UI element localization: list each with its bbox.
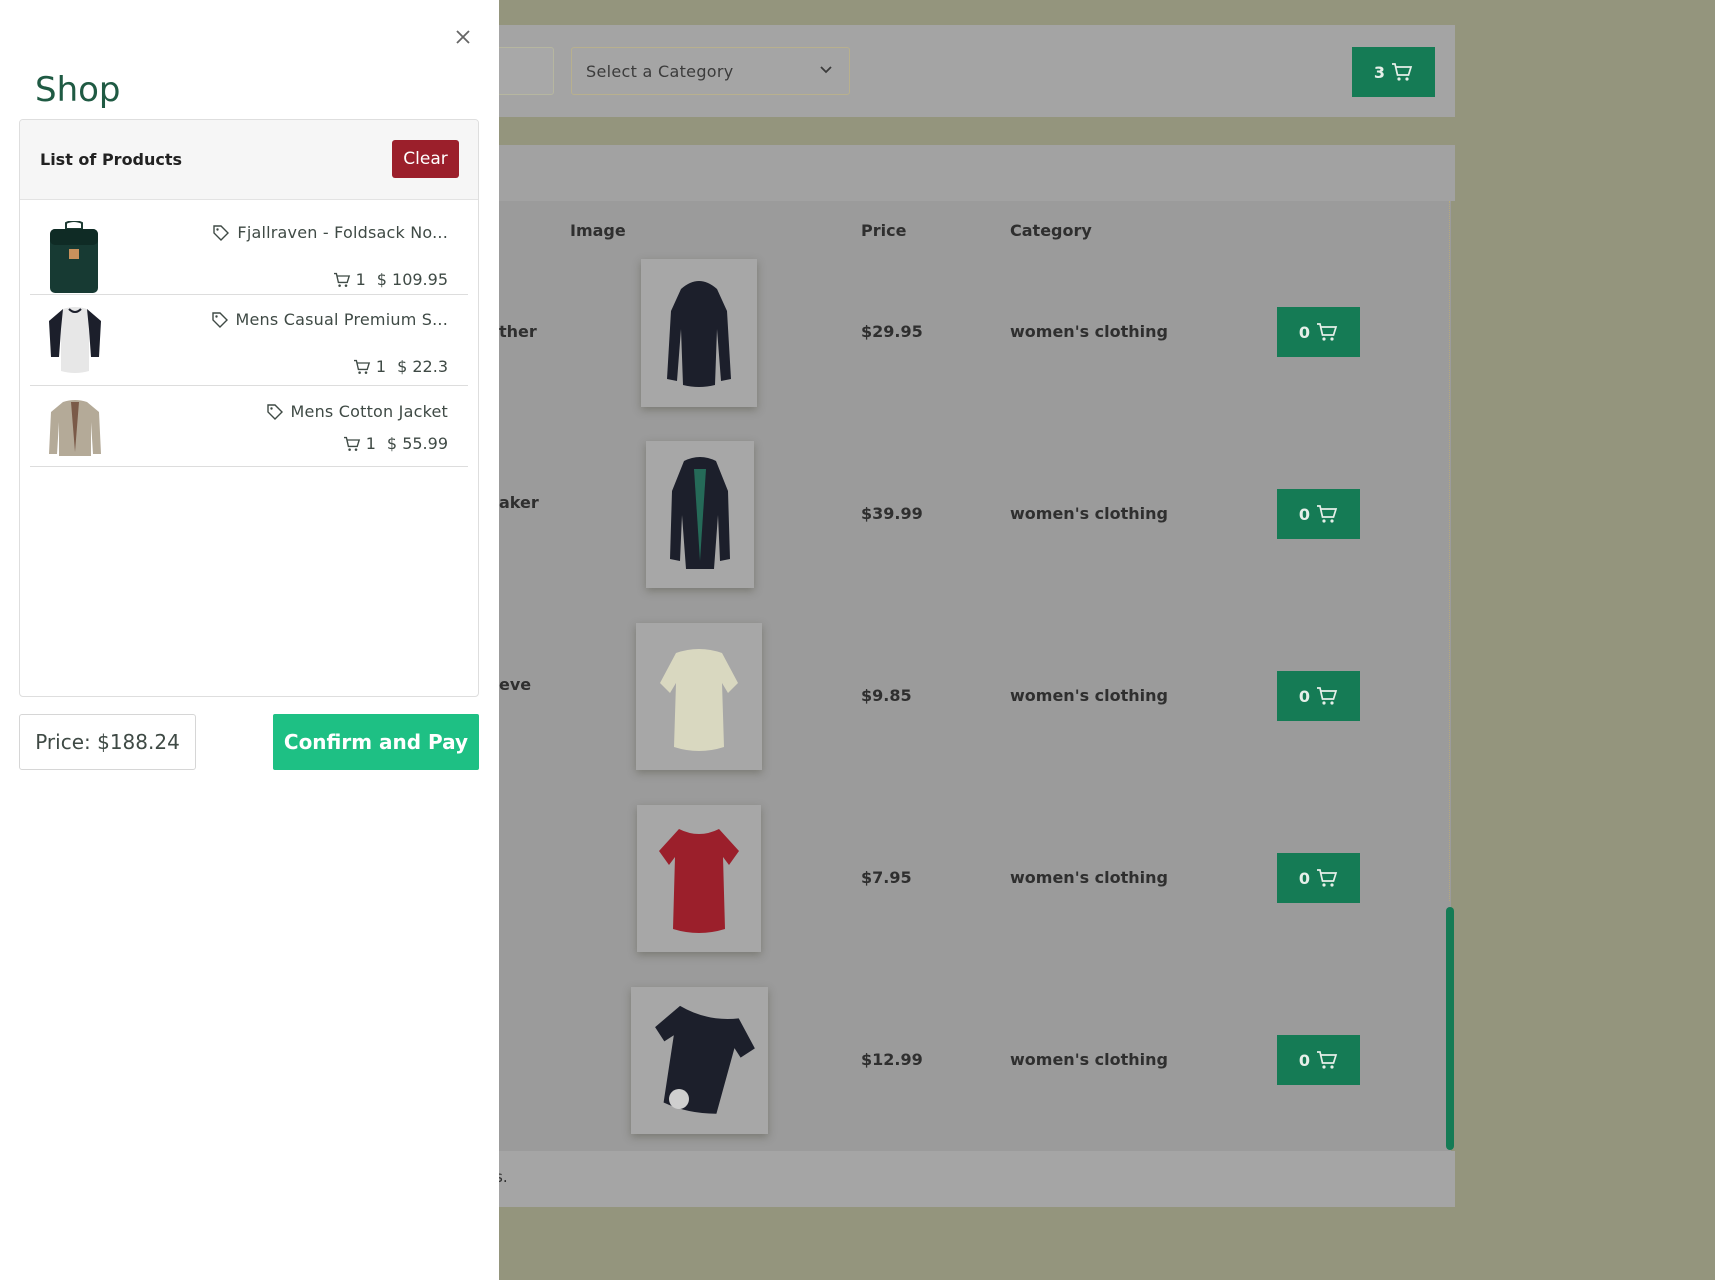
product-thumbnail [49,307,101,373]
item-price: $ 109.95 [376,270,448,289]
product-image [637,805,761,952]
total-price: Price: $188.24 [19,714,196,770]
product-list-heading: List of Products [40,150,183,169]
col-header-image: Image [570,221,626,240]
cart-count: 3 [1373,62,1386,82]
row-cart-count: 0 [1298,686,1311,706]
row-price: $7.95 [861,868,912,887]
row-category: women's clothing [1010,322,1169,341]
cart-icon [1317,687,1338,705]
chevron-down-icon [820,66,832,74]
add-to-cart-button[interactable]: 0 [1277,1035,1360,1085]
item-qty: 1 [355,270,366,289]
cart-drawer: Shop List of Products Clear Fjallraven -… [0,0,499,1280]
table-caption-bar [487,145,1455,201]
col-header-price: Price [861,221,907,240]
tag-icon [213,224,230,241]
row-price: $12.99 [861,1050,923,1069]
cart-icon [1392,63,1413,81]
item-name: Mens Casual Premium S... [235,310,448,329]
col-header-category: Category [1010,221,1092,240]
cart-icon [1317,869,1338,887]
tag-icon [266,403,283,420]
item-name-row: Mens Casual Premium S... [211,310,449,329]
row-category: women's clothing [1010,1050,1169,1069]
table-footer [487,1151,1455,1207]
product-image [636,623,762,770]
item-qty-row: 1 $ 55.99 [343,434,448,453]
row-title-fragment: ther [499,322,537,341]
item-name: Fjallraven - Foldsack No... [237,223,448,242]
item-price: $ 55.99 [386,434,448,453]
item-qty: 1 [365,434,376,453]
product-list-header: List of Products Clear [20,120,478,200]
row-price: $9.85 [861,686,912,705]
tag-icon [211,311,228,328]
cart-icon [1317,505,1338,523]
product-thumbnail [50,221,98,293]
item-name: Mens Cotton Jacket [290,402,448,421]
category-select[interactable]: Select a Category [571,47,850,95]
add-to-cart-button[interactable]: 0 [1277,307,1360,357]
add-to-cart-button[interactable]: 0 [1277,489,1360,539]
item-name-row: Fjallraven - Foldsack No... [212,223,448,242]
search-input[interactable] [497,47,554,95]
row-title-fragment: eve [499,675,532,694]
cart-icon [353,359,371,374]
scrollbar-thumb[interactable] [1446,907,1454,1150]
scrollbar-track [1449,201,1450,901]
row-category: women's clothing [1010,504,1169,523]
item-qty: 1 [375,357,387,376]
product-image [631,987,768,1134]
add-to-cart-button[interactable]: 0 [1277,853,1360,903]
row-price: $39.99 [861,504,923,523]
row-cart-count: 0 [1298,504,1311,524]
list-item: Mens Cotton Jacket 1 $ 55.99 [30,386,468,467]
cart-icon [1317,1051,1338,1069]
item-name-row: Mens Cotton Jacket [266,402,448,421]
item-price: $ 22.3 [397,357,448,376]
category-select-value: Select a Category [586,61,734,81]
close-icon[interactable] [452,26,474,48]
list-item: Mens Casual Premium S... 1 $ 22.3 [30,295,468,386]
confirm-and-pay-button[interactable]: Confirm and Pay [273,714,479,770]
cart-button[interactable]: 3 [1352,47,1435,97]
product-thumbnail [49,400,101,456]
product-image [646,441,754,588]
row-category: women's clothing [1010,686,1169,705]
item-qty-row: 1 $ 109.95 [333,270,448,289]
row-cart-count: 0 [1298,322,1311,342]
product-image [641,259,757,407]
cart-icon [343,436,360,451]
row-category: women's clothing [1010,868,1169,887]
add-to-cart-button[interactable]: 0 [1277,671,1360,721]
drawer-title: Shop [35,70,121,110]
cart-icon [1317,323,1338,341]
row-cart-count: 0 [1298,1050,1311,1070]
product-list-card: List of Products Clear Fjallraven - Fold… [19,119,479,697]
row-price: $29.95 [861,322,923,341]
row-cart-count: 0 [1298,868,1311,888]
cart-icon [333,272,350,287]
clear-button[interactable]: Clear [392,140,459,178]
row-title-fragment: aker [499,493,539,512]
list-item: Fjallraven - Foldsack No... 1 $ 109.95 [30,200,468,295]
item-qty-row: 1 $ 22.3 [353,357,448,376]
